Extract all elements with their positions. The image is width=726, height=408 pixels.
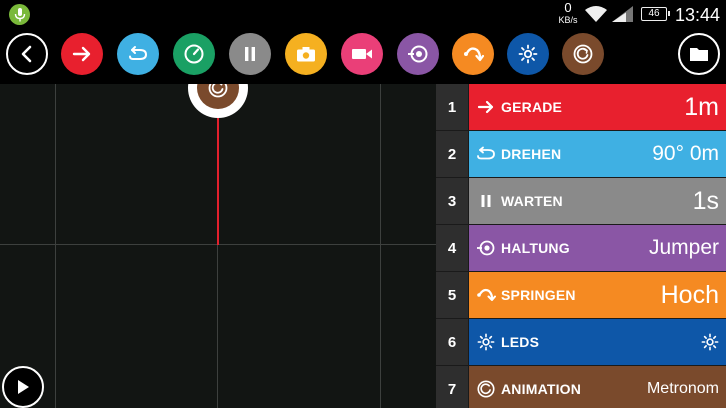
command-value: 90° 0m: [652, 142, 719, 165]
wifi-icon: [584, 5, 608, 28]
leds-icon: [471, 319, 501, 365]
pause-icon: [471, 178, 501, 224]
robot-marker[interactable]: [188, 84, 248, 118]
command-label: SPRINGEN: [501, 287, 576, 303]
arrow-right-icon: [72, 46, 91, 62]
grid-line: [55, 84, 56, 408]
command-label: LEDS: [501, 334, 540, 350]
command-label: GERADE: [501, 99, 563, 115]
leds-icon: [518, 44, 538, 64]
status-bar: 0 KB/s 46 13:44: [0, 0, 726, 29]
command-value: Metronom: [646, 380, 719, 397]
rotate-icon: [129, 46, 148, 60]
command-number: 6: [436, 319, 468, 365]
add-animation-button[interactable]: [562, 33, 604, 75]
pause-icon: [245, 47, 255, 61]
command-row[interactable]: 3 WARTEN 1s: [436, 178, 726, 224]
grid-line: [380, 84, 381, 408]
command-row[interactable]: 1 GERADE 1m: [436, 84, 726, 130]
command-row[interactable]: 2 DREHEN 90° 0m: [436, 131, 726, 177]
command-haltung[interactable]: HALTUNG Jumper: [469, 225, 726, 271]
add-wait-button[interactable]: [229, 33, 271, 75]
add-jump-button[interactable]: [452, 33, 494, 75]
add-leds-button[interactable]: [507, 33, 549, 75]
command-value: 1s: [692, 187, 719, 215]
command-warten[interactable]: WARTEN 1s: [469, 178, 726, 224]
jump-icon: [471, 272, 501, 318]
command-number: 5: [436, 272, 468, 318]
command-row[interactable]: 7 ANIMATION Metronom: [436, 366, 726, 408]
command-row[interactable]: 5 SPRINGEN Hoch: [436, 272, 726, 318]
command-number: 1: [436, 84, 468, 130]
command-springen[interactable]: SPRINGEN Hoch: [469, 272, 726, 318]
animation-icon: [197, 84, 239, 109]
command-gerade[interactable]: GERADE 1m: [469, 84, 726, 130]
add-posture-button[interactable]: [397, 33, 439, 75]
add-turn-button[interactable]: [117, 33, 159, 75]
network-speed: 0 KB/s: [553, 0, 583, 26]
microphone-icon: [9, 4, 30, 25]
speed-button[interactable]: [173, 33, 215, 75]
command-row[interactable]: 6 LEDS: [436, 319, 726, 365]
rotate-icon: [471, 131, 501, 177]
path-canvas[interactable]: [0, 84, 436, 408]
camera-icon: [297, 47, 315, 62]
command-animation[interactable]: ANIMATION Metronom: [469, 366, 726, 408]
add-video-button[interactable]: [341, 33, 383, 75]
network-speed-unit: KB/s: [558, 15, 578, 25]
command-number: 4: [436, 225, 468, 271]
network-speed-value: 0: [564, 0, 572, 15]
battery-icon: 46: [641, 7, 670, 21]
command-row[interactable]: 4 HALTUNG Jumper: [436, 225, 726, 271]
command-label: HALTUNG: [501, 240, 570, 256]
signal-icon: [612, 6, 634, 27]
play-button[interactable]: [2, 366, 44, 408]
command-value: 1m: [684, 93, 719, 121]
command-list: 1 GERADE 1m 2 DREHEN 90° 0m 3 WARTEN 1s …: [436, 84, 726, 408]
command-leds[interactable]: LEDS: [469, 319, 726, 365]
folder-button[interactable]: [678, 33, 720, 75]
leds-icon: [701, 333, 719, 351]
command-value: Hoch: [660, 281, 719, 309]
add-photo-button[interactable]: [285, 33, 327, 75]
command-value: [701, 333, 726, 351]
play-icon: [18, 380, 29, 394]
command-number: 7: [436, 366, 468, 408]
command-number: 3: [436, 178, 468, 224]
back-button[interactable]: [6, 33, 48, 75]
command-label: DREHEN: [501, 146, 562, 162]
battery-level: 46: [648, 8, 660, 19]
video-icon: [352, 49, 372, 59]
command-drehen[interactable]: DREHEN 90° 0m: [469, 131, 726, 177]
toolbar: [0, 29, 726, 84]
arrow-right-icon: [471, 84, 501, 130]
animation-icon: [471, 366, 501, 408]
command-label: WARTEN: [501, 193, 563, 209]
posture-icon: [471, 225, 501, 271]
robot-path-line: [217, 118, 219, 245]
command-label: ANIMATION: [501, 381, 582, 397]
command-value: Jumper: [648, 236, 719, 259]
animation-icon: [573, 44, 593, 64]
clock: 13:44: [675, 5, 721, 25]
command-number: 2: [436, 131, 468, 177]
folder-icon: [690, 48, 708, 61]
speedometer-icon: [184, 44, 204, 64]
add-straight-button[interactable]: [61, 33, 103, 75]
jump-icon: [464, 47, 484, 62]
back-icon: [21, 45, 32, 63]
posture-icon: [408, 45, 428, 63]
